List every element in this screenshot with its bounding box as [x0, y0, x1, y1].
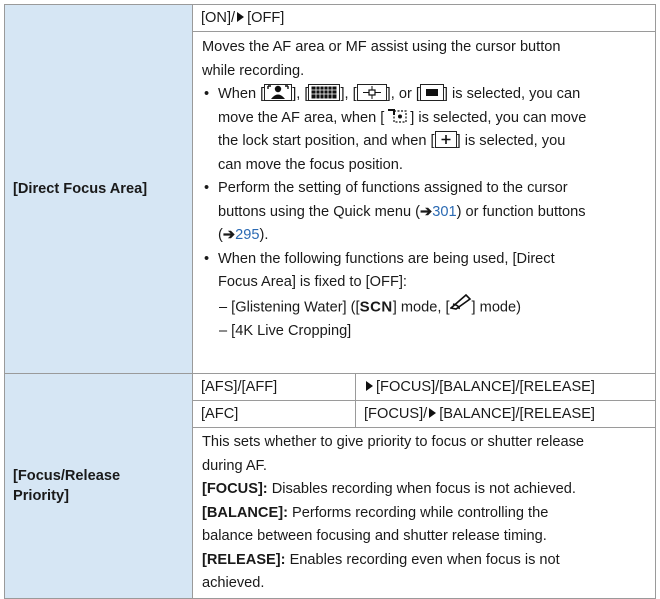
restriction-4k-live-cropping: – [4K Live Cropping]: [219, 323, 352, 339]
direct-focus-area-description: Moves the AF area or MF assist using the…: [192, 31, 656, 374]
page-ref-arrow-icon: ➔: [222, 227, 236, 243]
page-link-295[interactable]: 295: [235, 227, 259, 243]
225-area-icon: [308, 83, 341, 101]
selected-arrow-icon: [429, 408, 437, 419]
settings-table: [Direct Focus Area] [ON]/[OFF] Moves the…: [4, 4, 656, 599]
af-mode-value: [FOCUS]/[BALANCE]/[RELEASE]: [355, 400, 655, 427]
af-mode-label: [AFC]: [193, 400, 356, 427]
restriction-glistening-water: – [Glistening Water] ([SCN] mode, [] mod…: [202, 293, 647, 321]
focus-release-priority-modes-row: [Focus/Release Priority] [AFS]/[AFF] [FO…: [4, 373, 656, 599]
direct-focus-area-options-row: [Direct Focus Area] [ON]/[OFF]: [4, 4, 656, 374]
focus-release-priority-label: [Focus/Release Priority]: [4, 373, 193, 599]
af-mode-settings: [AFS]/[AFF] [FOCUS]/[BALANCE]/[RELEASE] …: [192, 373, 656, 428]
balance-option-desc: [BALANCE]: Performs recording while cont…: [202, 504, 549, 521]
direct-focus-area-label: [Direct Focus Area]: [4, 4, 193, 374]
zone-icon: [356, 83, 387, 101]
page-ref-arrow-icon: ➔: [420, 203, 433, 220]
af-mode-value: [FOCUS]/[BALANCE]/[RELEASE]: [355, 374, 655, 401]
direct-focus-area-options: [ON]/[OFF]: [192, 4, 656, 32]
creative-control-icon: [448, 293, 472, 319]
af-mode-row-afc: [AFC] [FOCUS]/[BALANCE]/[RELEASE]: [193, 400, 655, 427]
focus-release-priority-description: This sets whether to give priority to fo…: [192, 427, 656, 599]
focus-option-desc: [FOCUS]: Disables recording when focus i…: [202, 481, 576, 497]
pinpoint-icon: [434, 130, 457, 148]
manual-page: [Direct Focus Area] [ON]/[OFF] Moves the…: [0, 0, 660, 599]
selected-arrow-icon: [237, 12, 245, 23]
af-mode-label: [AFS]/[AFF]: [193, 374, 356, 401]
release-option-desc: [RELEASE]: Enables recording even when f…: [202, 551, 560, 568]
1-area-icon: [419, 83, 444, 101]
bullet-af-area-move: When [], [], [], or [] is selected, you …: [202, 83, 647, 177]
tracking-icon: [384, 107, 410, 124]
af-mode-row-afs-aff: [AFS]/[AFF] [FOCUS]/[BALANCE]/[RELEASE]: [193, 374, 655, 401]
page-link-301[interactable]: 301: [432, 204, 456, 220]
face-eye-detection-icon: [264, 83, 293, 101]
selected-arrow-icon: [366, 381, 373, 392]
scn-mode-icon: SCN: [359, 298, 393, 316]
bullet-fixed-off: When the following functions are being u…: [202, 248, 647, 295]
bullet-cursor-buttons: Perform the setting of functions assigne…: [202, 177, 647, 248]
